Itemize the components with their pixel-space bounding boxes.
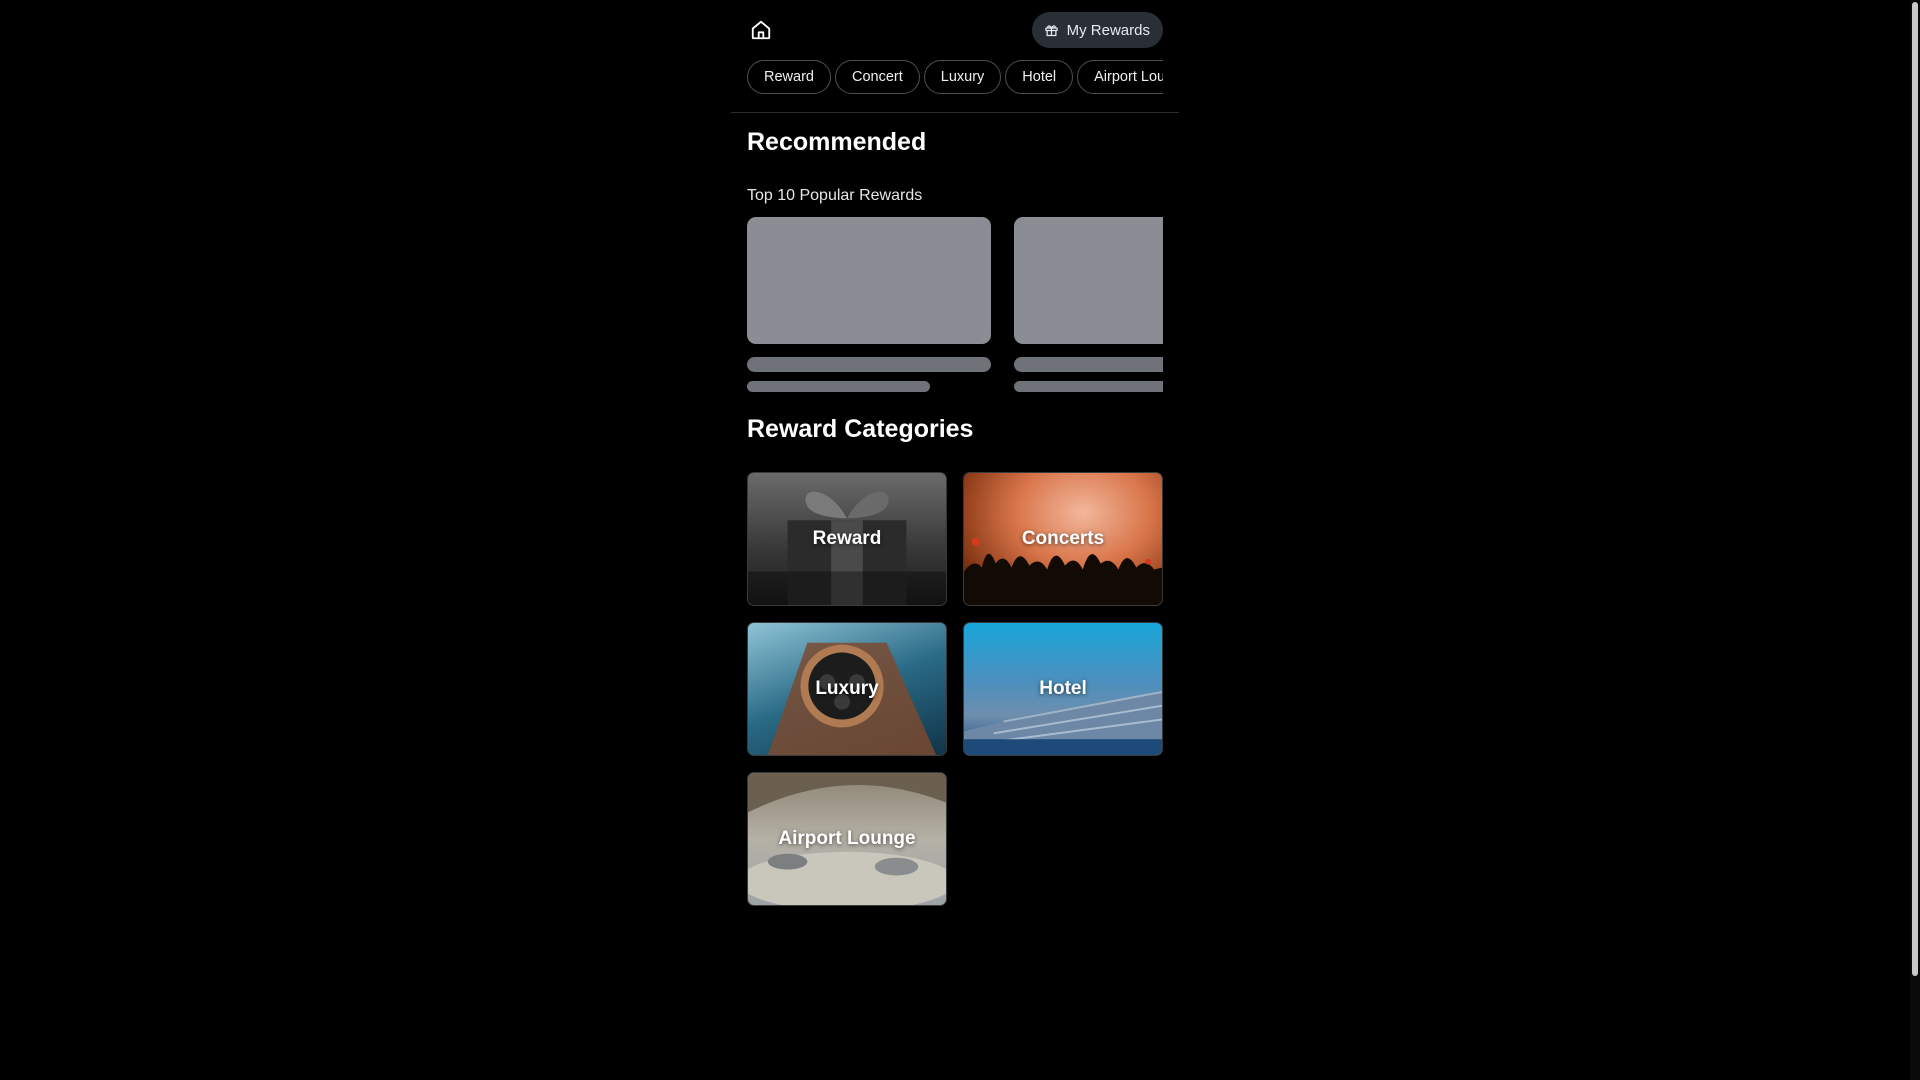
skeleton-title-line bbox=[1014, 357, 1163, 372]
scrollbar-thumb[interactable] bbox=[1912, 2, 1918, 976]
category-tile-airport-lounge[interactable]: Airport Lounge bbox=[747, 772, 947, 906]
recommended-heading: Recommended bbox=[747, 128, 927, 156]
page-scrollbar[interactable] bbox=[1910, 0, 1920, 1080]
category-tile-concerts[interactable]: Concerts bbox=[963, 472, 1163, 606]
chip-concert[interactable]: Concert bbox=[834, 60, 920, 94]
tile-label: Reward bbox=[812, 528, 882, 549]
my-rewards-label: My Rewards bbox=[1066, 21, 1150, 39]
home-button[interactable] bbox=[747, 16, 775, 44]
gift-icon bbox=[1044, 24, 1058, 36]
tile-label: Luxury bbox=[815, 678, 879, 699]
tile-label: Hotel bbox=[1039, 678, 1087, 699]
my-rewards-button[interactable]: My Rewards bbox=[1031, 12, 1163, 48]
category-tile-hotel[interactable]: Hotel bbox=[963, 622, 1163, 756]
top-bar: My Rewards bbox=[747, 12, 1163, 48]
category-tile-reward[interactable]: Reward bbox=[747, 472, 947, 606]
rewards-app: My Rewards Reward Concert Luxury Hotel Airpo… bbox=[731, 0, 1179, 1080]
chip-reward[interactable]: Reward bbox=[747, 60, 831, 94]
skeleton-subtitle-line bbox=[1014, 381, 1163, 392]
chip-luxury[interactable]: Luxury bbox=[923, 60, 1002, 94]
popular-rewards-subtitle: Top 10 Popular Rewards bbox=[747, 187, 923, 204]
skeleton-card bbox=[1014, 217, 1163, 392]
skeleton-title-line bbox=[747, 357, 991, 372]
skeleton-subtitle-line bbox=[747, 381, 930, 392]
category-tile-luxury[interactable]: Luxury bbox=[747, 622, 947, 756]
skeleton-image bbox=[747, 217, 991, 344]
chip-airport-lounge[interactable]: Airport Lounge bbox=[1077, 60, 1163, 94]
header-divider bbox=[731, 112, 1179, 113]
home-icon bbox=[751, 20, 771, 40]
chip-hotel[interactable]: Hotel bbox=[1005, 60, 1074, 94]
tile-label: Airport Lounge bbox=[778, 828, 916, 849]
skeleton-image bbox=[1014, 217, 1163, 344]
skeleton-card bbox=[747, 217, 991, 392]
reward-categories-heading: Reward Categories bbox=[747, 415, 974, 443]
page: My Rewards Reward Concert Luxury Hotel Airpo… bbox=[0, 0, 1920, 1080]
tile-label: Concerts bbox=[1021, 528, 1105, 549]
category-chip-bar[interactable]: RewardConcertLuxuryHotelAirport Lounge bbox=[747, 60, 1163, 96]
popular-rewards-carousel[interactable] bbox=[747, 217, 1163, 395]
